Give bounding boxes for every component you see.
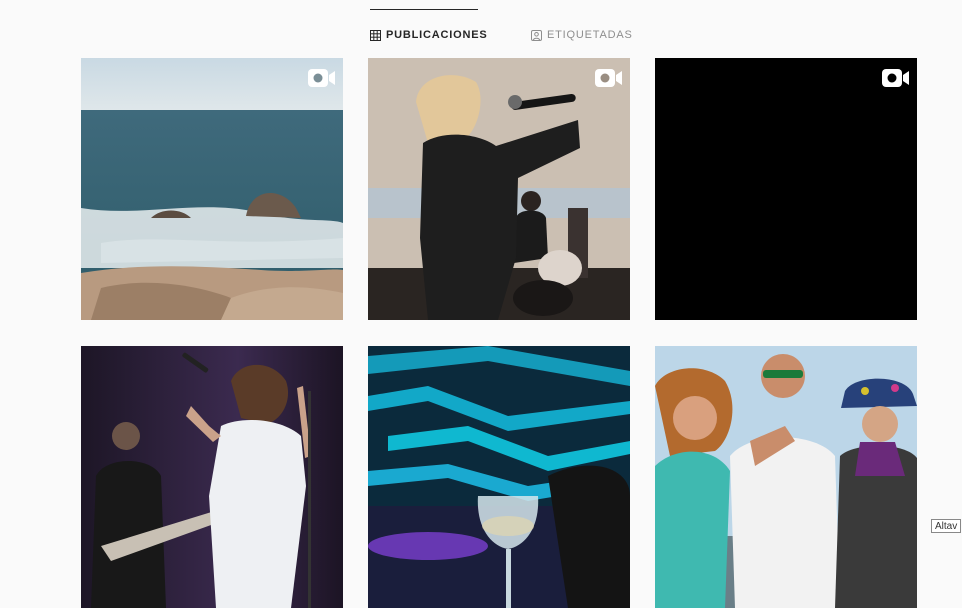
tab-publicaciones-label: PUBLICACIONES bbox=[386, 29, 488, 41]
post-tile[interactable] bbox=[655, 58, 917, 320]
post-tile[interactable] bbox=[368, 346, 630, 608]
post-tile[interactable] bbox=[81, 58, 343, 320]
active-tab-indicator bbox=[370, 9, 478, 10]
tab-etiquetadas-label: ETIQUETADAS bbox=[547, 29, 633, 41]
tab-etiquetadas[interactable]: ETIQUETADAS bbox=[531, 27, 633, 43]
post-thumbnail-sea-rocks bbox=[81, 58, 343, 320]
tab-publicaciones[interactable]: PUBLICACIONES bbox=[370, 27, 487, 43]
post-tile[interactable] bbox=[655, 346, 917, 608]
post-tile[interactable] bbox=[81, 346, 343, 608]
tag-icon bbox=[531, 29, 542, 41]
video-camera-icon bbox=[308, 69, 335, 87]
post-thumbnail-singer-stage bbox=[81, 346, 343, 608]
grid-icon bbox=[370, 29, 381, 41]
alt-text-tooltip: Altav bbox=[931, 519, 962, 533]
post-thumbnail-singer-drums bbox=[368, 58, 630, 320]
video-camera-icon bbox=[595, 69, 622, 87]
video-camera-icon bbox=[882, 69, 909, 87]
post-thumbnail-black bbox=[655, 58, 917, 320]
post-thumbnail-neon-wine bbox=[368, 346, 630, 608]
profile-tabs: PUBLICACIONES ETIQUETADAS bbox=[0, 0, 962, 46]
post-tile[interactable] bbox=[368, 58, 630, 320]
post-thumbnail-group-selfie bbox=[655, 346, 917, 608]
